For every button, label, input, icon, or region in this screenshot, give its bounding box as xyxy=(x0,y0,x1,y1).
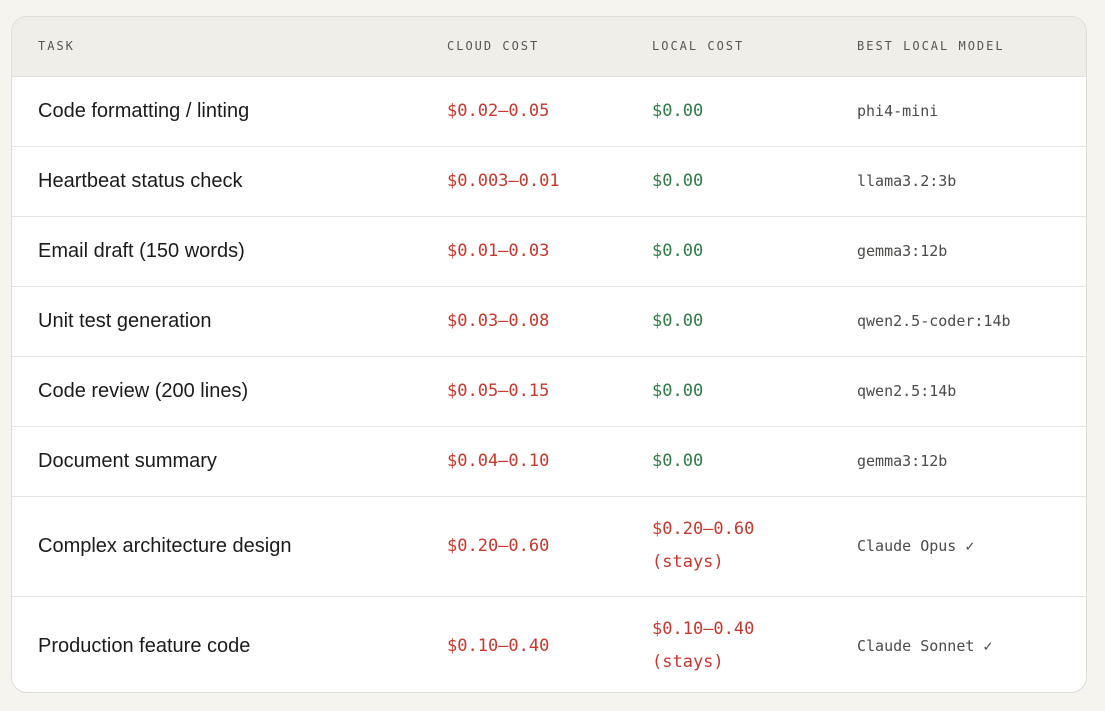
model-cell: phi4-mini xyxy=(831,76,1086,147)
local-cost-cell: $0.00 xyxy=(626,286,831,357)
local-cost-cell: $0.00 xyxy=(626,216,831,287)
table-row: Code formatting / linting $0.02–0.05 $0.… xyxy=(12,76,1086,147)
local-cost-cell: $0.00 xyxy=(626,146,831,217)
cloud-cost-cell: $0.01–0.03 xyxy=(421,216,626,287)
local-cost-value: $0.00 xyxy=(652,310,704,331)
local-cost-note: (stays) xyxy=(652,652,724,673)
local-cost-value: $0.00 xyxy=(652,240,704,261)
header-row: TASK CLOUD COST LOCAL COST BEST LOCAL MO… xyxy=(12,17,1086,77)
local-cost-value: $0.00 xyxy=(652,380,704,401)
task-cell: Production feature code xyxy=(38,634,251,657)
table-header: TASK CLOUD COST LOCAL COST BEST LOCAL MO… xyxy=(12,17,1086,77)
model-cell: qwen2.5-coder:14b xyxy=(831,286,1086,357)
task-cell: Code review (200 lines) xyxy=(12,356,421,427)
table-row: Heartbeat status check $0.003–0.01 $0.00… xyxy=(12,146,1086,217)
cloud-cost-cell: $0.04–0.10 xyxy=(421,426,626,497)
table-row: Unit test generation $0.03–0.08 $0.00 qw… xyxy=(12,286,1086,357)
task-cell: Code formatting / linting xyxy=(12,76,421,147)
table-row: Email draft (150 words) $0.01–0.03 $0.00… xyxy=(12,216,1086,287)
model-cell: Claude Sonnet ✓ xyxy=(857,637,993,656)
model-cell: qwen2.5:14b xyxy=(831,356,1086,427)
header-task: TASK xyxy=(12,17,421,77)
table-body: Code formatting / linting $0.02–0.05 $0.… xyxy=(12,76,1086,692)
cloud-cost-cell: $0.20–0.60 xyxy=(421,496,626,597)
local-cost-cell: $0.00 xyxy=(626,76,831,147)
local-cost-cell: $0.00 xyxy=(626,356,831,427)
header-local-cost: LOCAL COST xyxy=(626,17,831,77)
cloud-cost-cell: $0.003–0.01 xyxy=(421,146,626,217)
cost-comparison-card: TASK CLOUD COST LOCAL COST BEST LOCAL MO… xyxy=(11,16,1087,693)
task-cell: Unit test generation xyxy=(12,286,421,357)
model-cell: llama3.2:3b xyxy=(831,146,1086,217)
task-cell: Email draft (150 words) xyxy=(12,216,421,287)
model-cell: gemma3:12b xyxy=(831,216,1086,287)
task-cell: Complex architecture design xyxy=(12,496,421,597)
local-cost-cell: $0.10–0.40 (stays) xyxy=(626,596,831,692)
local-cost-cell: $0.00 xyxy=(626,426,831,497)
cloud-cost-cell: $0.10–0.40 xyxy=(447,635,550,656)
local-cost-value: $0.10–0.40 xyxy=(652,619,755,640)
cost-comparison-table: TASK CLOUD COST LOCAL COST BEST LOCAL MO… xyxy=(12,17,1086,692)
table-row: Document summary $0.04–0.10 $0.00 gemma3… xyxy=(12,426,1086,497)
model-cell: gemma3:12b xyxy=(831,426,1086,497)
task-cell: Heartbeat status check xyxy=(12,146,421,217)
model-cell: Claude Opus ✓ xyxy=(831,496,1086,597)
task-cell: Document summary xyxy=(12,426,421,497)
local-cost-value: $0.00 xyxy=(652,450,704,471)
table-row: Code review (200 lines) $0.05–0.15 $0.00… xyxy=(12,356,1086,427)
table-row: Production feature code $0.10–0.40 $0.10… xyxy=(12,596,1086,692)
local-cost-value: $0.20–0.60 xyxy=(652,519,755,539)
cloud-cost-cell: $0.03–0.08 xyxy=(421,286,626,357)
local-cost-cell: $0.20–0.60 (stays) xyxy=(626,496,831,597)
header-best-local-model: BEST LOCAL MODEL xyxy=(831,17,1086,77)
local-cost-note: (stays) xyxy=(652,552,724,572)
local-cost-value: $0.00 xyxy=(652,170,704,191)
cloud-cost-cell: $0.05–0.15 xyxy=(421,356,626,427)
table-row: Complex architecture design $0.20–0.60 $… xyxy=(12,496,1086,597)
local-cost-value: $0.00 xyxy=(652,100,704,121)
cloud-cost-cell: $0.02–0.05 xyxy=(421,76,626,147)
header-cloud-cost: CLOUD COST xyxy=(421,17,626,77)
